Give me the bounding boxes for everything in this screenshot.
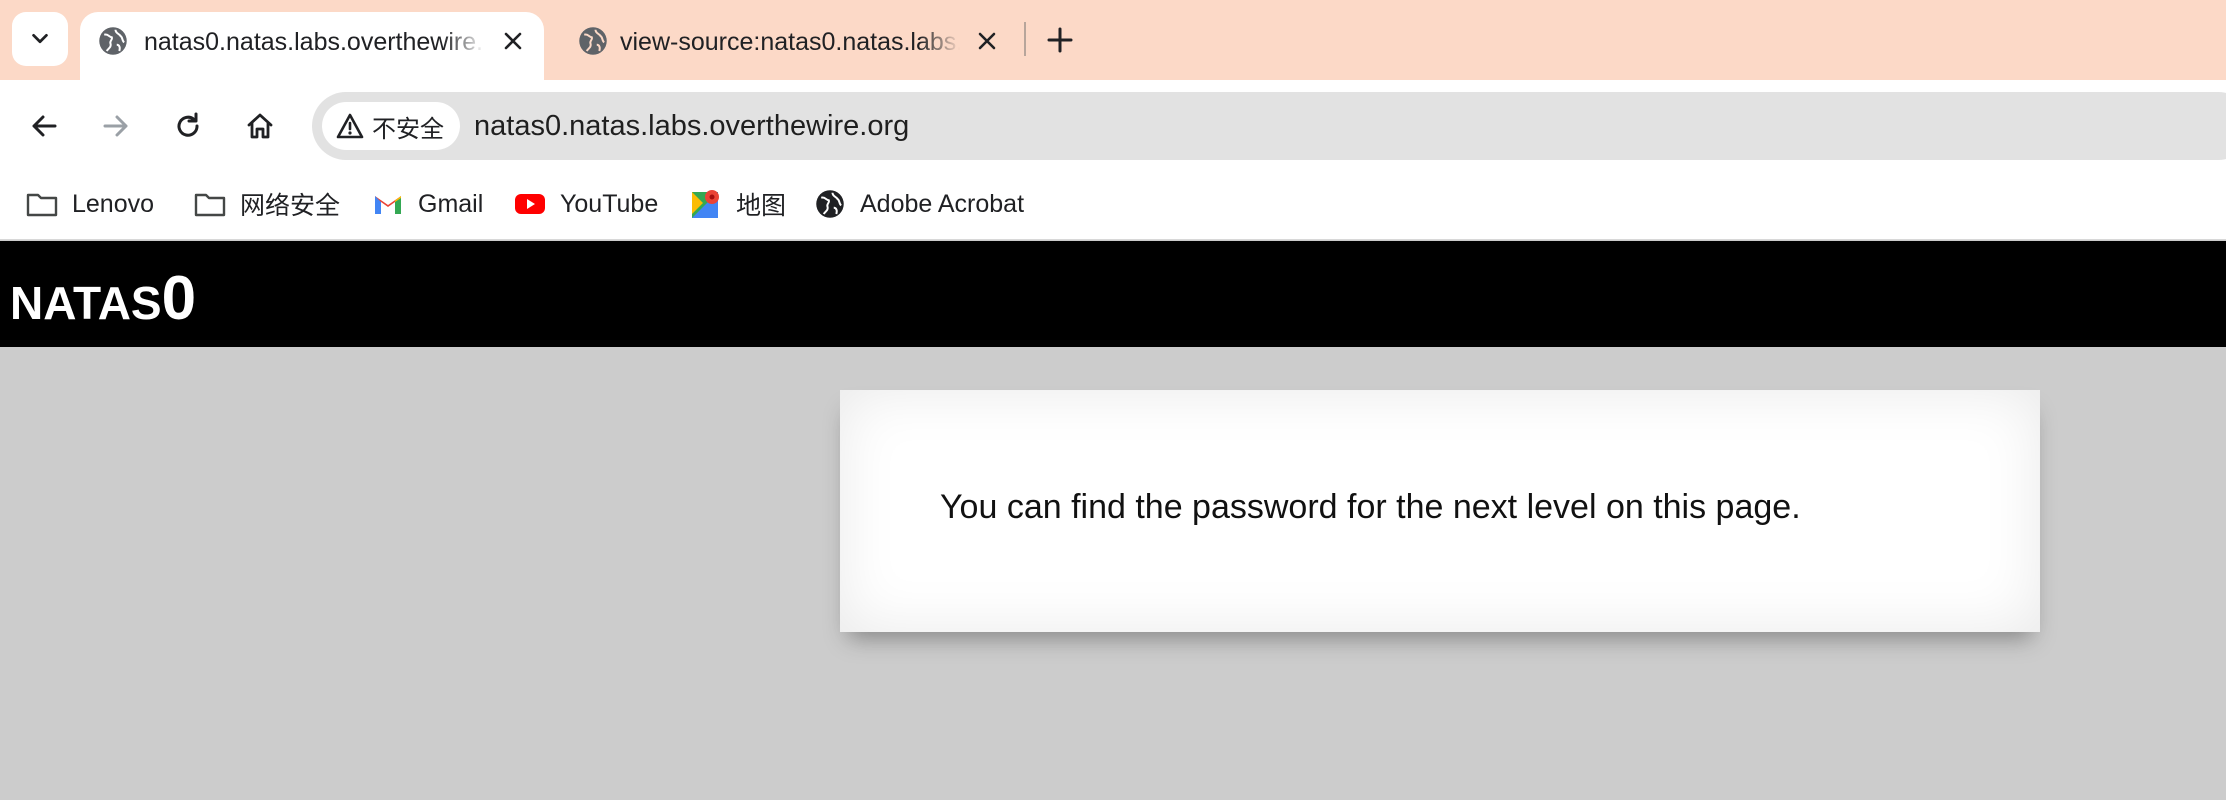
forward-button[interactable] — [92, 102, 140, 150]
globe-icon — [99, 27, 127, 55]
address-bar[interactable]: 不安全 natas0.natas.labs.overthewire.org — [312, 92, 2226, 160]
bookmark-network-security[interactable]: 网络安全 — [194, 184, 340, 224]
site-info-button[interactable]: 不安全 — [322, 102, 460, 150]
maps-icon — [690, 188, 722, 220]
tab-divider — [1024, 22, 1026, 56]
plus-icon — [1047, 27, 1073, 53]
reload-icon — [177, 112, 199, 137]
reload-button[interactable] — [164, 102, 212, 150]
globe-icon — [579, 27, 607, 55]
tab-strip: natas0.natas.labs.overthewire.org view-s… — [0, 0, 2226, 80]
tab-title: natas0.natas.labs.overthewire.org — [144, 28, 484, 56]
page-viewport: NATAS0 You can find the password for the… — [0, 241, 2226, 800]
bookmark-lenovo[interactable]: Lenovo — [26, 184, 154, 224]
site-header: NATAS0 — [0, 241, 2226, 347]
toolbar: 不安全 natas0.natas.labs.overthewire.org — [0, 80, 2226, 172]
close-icon — [504, 32, 522, 50]
bookmark-youtube[interactable]: YouTube — [514, 184, 658, 224]
bookmark-label: 网络安全 — [240, 192, 341, 220]
bookmarks-bar: Lenovo 网络安全 Gmail YouTube 地图 Adobe Acrob… — [0, 172, 2226, 240]
site-title-prefix: NATAS — [10, 277, 162, 329]
bookmark-gmail[interactable]: Gmail — [372, 184, 483, 224]
bookmark-adobe-acrobat[interactable]: Adobe Acrobat — [814, 184, 1024, 224]
folder-icon — [194, 188, 226, 220]
bookmark-label: 地图 — [736, 192, 787, 220]
warning-icon — [336, 113, 364, 139]
home-button[interactable] — [236, 102, 284, 150]
bookmark-label: Adobe Acrobat — [860, 189, 1025, 218]
tab-title: view-source:natas0.natas.labs.overthewir… — [620, 28, 960, 56]
site-title: NATAS0 — [10, 263, 196, 334]
tab-view-source[interactable]: view-source:natas0.natas.labs.overthewir… — [560, 12, 1020, 80]
arrow-right-icon — [103, 115, 128, 137]
url-text[interactable]: natas0.natas.labs.overthewire.org — [474, 106, 909, 146]
new-tab-button[interactable] — [1042, 22, 1078, 58]
chevron-down-icon — [32, 33, 48, 44]
site-title-level: 0 — [161, 264, 197, 333]
content-box: You can find the password for the next l… — [840, 390, 2040, 632]
tab-search-button[interactable] — [12, 12, 68, 66]
bookmark-label: Gmail — [418, 189, 484, 218]
security-label: 不安全 — [372, 115, 444, 143]
bookmark-maps[interactable]: 地图 — [690, 184, 786, 224]
gmail-icon — [372, 188, 404, 220]
bookmark-label: Lenovo — [72, 189, 155, 218]
tab-natas0[interactable]: natas0.natas.labs.overthewire.org — [80, 12, 544, 80]
close-icon — [978, 32, 996, 50]
folder-icon — [26, 188, 58, 220]
bookmark-label: YouTube — [560, 189, 659, 218]
content-message: You can find the password for the next l… — [940, 488, 1801, 526]
globe-icon — [814, 188, 846, 220]
close-tab-button[interactable] — [972, 26, 1002, 56]
home-icon — [247, 113, 273, 139]
arrow-left-icon — [32, 115, 57, 137]
youtube-icon — [514, 188, 546, 220]
close-tab-button[interactable] — [498, 26, 528, 56]
back-button[interactable] — [20, 102, 68, 150]
